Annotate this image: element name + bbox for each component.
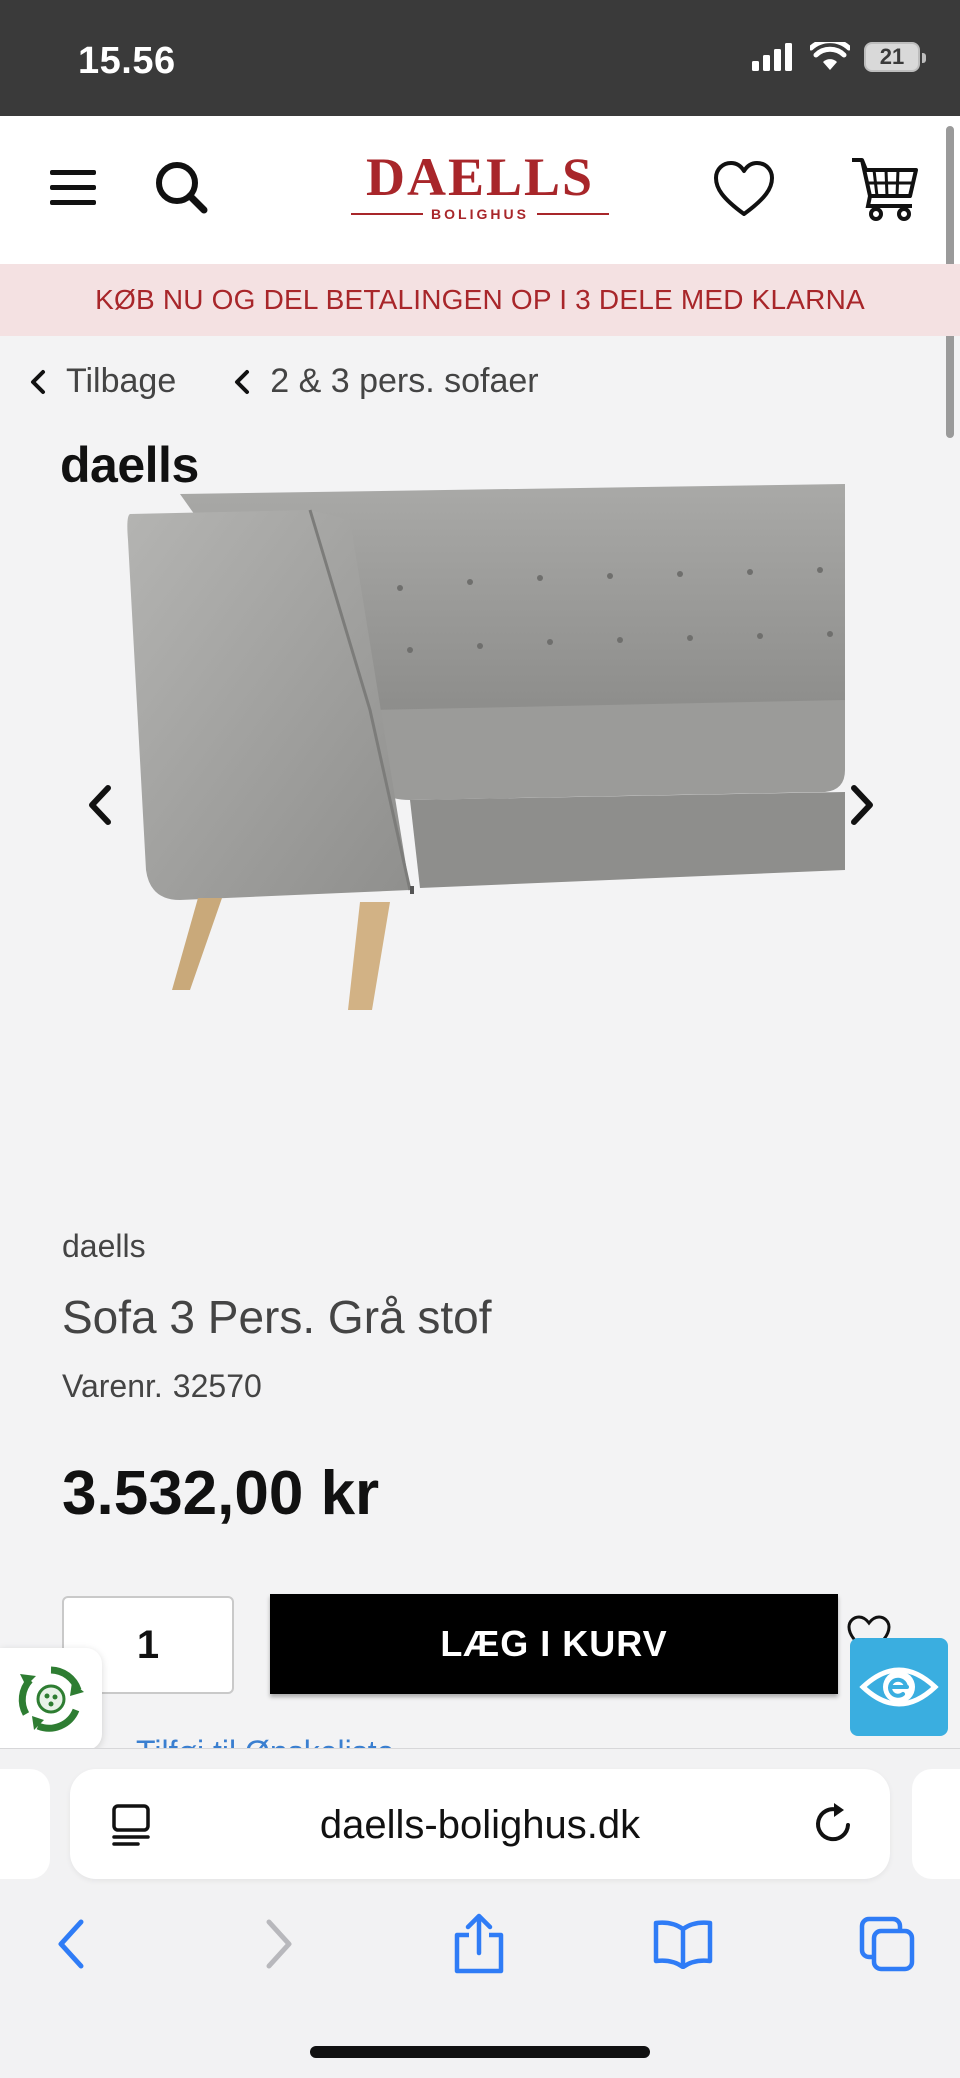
- breadcrumb-category[interactable]: 2 & 3 pers. sofaer: [232, 362, 539, 401]
- breadcrumb-category-label: 2 & 3 pers. sofaer: [270, 362, 539, 400]
- logo-line-right: [536, 213, 609, 215]
- logo-main-text: DAELLS: [365, 147, 595, 207]
- signal-icon: [752, 43, 792, 71]
- carousel-prev-button[interactable]: [80, 780, 120, 830]
- back-button[interactable]: [36, 1909, 106, 1979]
- eye-icon: [859, 1667, 939, 1707]
- wishlist-link[interactable]: Tilføj til Ønskeliste: [136, 1734, 394, 1748]
- accessibility-button[interactable]: [850, 1638, 948, 1736]
- url-text: daells-bolighus.dk: [319, 1803, 641, 1847]
- search-icon[interactable]: [152, 158, 212, 218]
- next-tab-preview[interactable]: [912, 1769, 960, 1879]
- promo-banner[interactable]: KØB NU OG DEL BETALINGEN OP I 3 DELE MED…: [0, 264, 960, 336]
- add-to-cart-button[interactable]: LÆG I KURV: [270, 1594, 838, 1694]
- battery-indicator: 21: [864, 42, 926, 72]
- breadcrumb-back[interactable]: Tilbage: [28, 362, 176, 401]
- share-button[interactable]: [444, 1909, 514, 1979]
- back-icon: [58, 1919, 84, 1969]
- breadcrumb-back-label: Tilbage: [66, 362, 177, 400]
- browser-toolbar: [0, 1909, 960, 2009]
- product-image[interactable]: [110, 470, 870, 1050]
- share-icon: [454, 1913, 504, 1974]
- tabs-icon: [859, 1916, 915, 1972]
- chevron-left-icon: [235, 369, 250, 394]
- wifi-icon: [810, 42, 850, 70]
- home-indicator[interactable]: [310, 2046, 650, 2058]
- bookmarks-icon: [653, 1920, 713, 1969]
- status-bar: 15.56 21: [0, 0, 960, 116]
- product-price: 3.532,00 kr: [62, 1459, 380, 1528]
- status-icons: 21: [752, 42, 926, 72]
- forward-icon: [266, 1919, 292, 1969]
- promo-text: KØB NU OG DEL BETALINGEN OP I 3 DELE MED…: [95, 284, 865, 315]
- product-sku-value: 32570: [172, 1368, 262, 1404]
- heart-icon[interactable]: [712, 158, 776, 220]
- address-bar[interactable]: daells-bolighus.dk: [70, 1769, 890, 1879]
- chevron-left-icon: [31, 369, 45, 394]
- browser-bar: daells-bolighus.dk: [0, 1748, 960, 2078]
- product-brand[interactable]: daells: [62, 1228, 146, 1265]
- breadcrumb: Tilbage 2 & 3 pers. sofaer: [28, 362, 539, 401]
- tabs-button[interactable]: [852, 1909, 922, 1979]
- bookmarks-button[interactable]: [648, 1909, 718, 1979]
- status-time: 15.56: [78, 40, 176, 82]
- logo-sub-row: BOLIGHUS: [344, 206, 616, 222]
- site-header: DAELLS BOLIGHUS: [0, 116, 960, 264]
- product-title: Sofa 3 Pers. Grå stof: [62, 1291, 492, 1343]
- product-sku: Varenr. 32570: [62, 1368, 262, 1405]
- menu-icon[interactable]: [50, 168, 96, 208]
- previous-tab-preview[interactable]: [0, 1769, 50, 1879]
- carousel-next-button[interactable]: [842, 780, 882, 830]
- recycle-badge[interactable]: [0, 1648, 102, 1750]
- cart-icon[interactable]: [850, 156, 920, 222]
- recycle-icon: [18, 1666, 84, 1732]
- product-sku-label: Varenr.: [62, 1368, 163, 1404]
- site-logo[interactable]: DAELLS BOLIGHUS: [344, 150, 616, 230]
- forward-button[interactable]: [244, 1909, 314, 1979]
- reload-icon[interactable]: [810, 1801, 856, 1847]
- logo-line-left: [351, 213, 424, 215]
- logo-sub-text: BOLIGHUS: [431, 206, 529, 222]
